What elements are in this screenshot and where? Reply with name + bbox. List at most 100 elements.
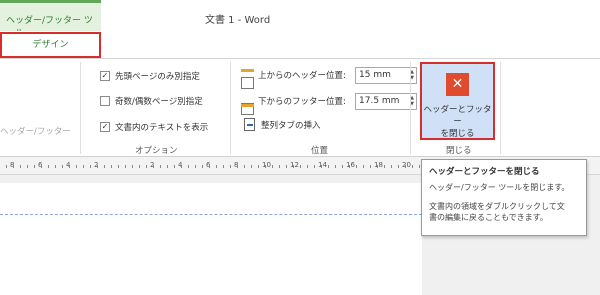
group-separator bbox=[80, 62, 81, 154]
ruler-tick bbox=[13, 165, 14, 168]
odd-even-label: 奇数/偶数ページ別指定 bbox=[115, 97, 203, 107]
ruler-tick bbox=[279, 165, 280, 168]
group-separator bbox=[410, 62, 411, 154]
ruler-tick bbox=[55, 165, 56, 168]
ruler-tick bbox=[6, 165, 7, 168]
close-header-footer-button[interactable]: ✕ ヘッダーとフッター を閉じる bbox=[420, 62, 495, 140]
option-show-document-text[interactable]: ✓ 文書内のテキストを表示 bbox=[100, 120, 208, 134]
ruler-number: 14 bbox=[318, 161, 327, 169]
ruler-tick bbox=[104, 165, 105, 168]
ruler-tick bbox=[377, 165, 378, 168]
ruler-tick bbox=[34, 165, 35, 168]
ruler-tick bbox=[202, 165, 203, 168]
ruler-tick bbox=[384, 165, 385, 168]
ruler-tick bbox=[230, 165, 231, 168]
tooltip-line: ヘッダー/フッター ツールを閉じます。 bbox=[429, 183, 570, 192]
ruler-tick bbox=[370, 165, 371, 168]
ruler-tick bbox=[265, 165, 266, 168]
ruler-tick bbox=[342, 165, 343, 168]
title-bar: ヘッダー/フッター ツール 文書 1 - Word bbox=[0, 0, 600, 39]
show-text-label: 文書内のテキストを表示 bbox=[115, 123, 209, 133]
footer-position-row: 下からのフッター位置: 17.5 mm ▲ ▼ bbox=[241, 92, 417, 115]
header-footer-group-label: ヘッダー/フッター bbox=[0, 127, 71, 137]
header-position-input[interactable]: 15 mm ▲ ▼ bbox=[355, 66, 417, 84]
ruler-tick bbox=[272, 165, 273, 168]
tooltip-title: ヘッダーとフッターを閉じる bbox=[429, 167, 540, 177]
footer-position-icon bbox=[241, 95, 254, 115]
document-title: 文書 1 - Word bbox=[205, 15, 271, 26]
ruler-tick bbox=[258, 165, 259, 168]
ruler-tick bbox=[160, 165, 161, 168]
options-group-label: オプション bbox=[135, 146, 178, 156]
group-separator bbox=[500, 62, 501, 154]
ruler-tick bbox=[69, 165, 70, 168]
ruler-tick bbox=[181, 165, 182, 168]
alignment-tab-icon bbox=[244, 118, 255, 131]
ruler-tick bbox=[48, 165, 49, 168]
ruler-number: 18 bbox=[374, 161, 383, 169]
context-tab-header: ヘッダー/フッター ツール bbox=[0, 0, 101, 39]
ruler-tick bbox=[237, 165, 238, 168]
ruler-tick bbox=[41, 165, 42, 168]
footer-position-label: 下からのフッター位置: bbox=[258, 97, 346, 107]
first-page-label: 先頭ページのみ別指定 bbox=[115, 72, 200, 82]
tooltip-line: 文書内の領域をダブルクリックして文 bbox=[429, 202, 565, 211]
close-group-label: 閉じる bbox=[446, 146, 472, 156]
ruler-tick bbox=[293, 165, 294, 168]
ruler-tick bbox=[251, 165, 252, 168]
ruler-tick bbox=[209, 165, 210, 168]
ruler-tick bbox=[412, 165, 413, 168]
ruler-tick bbox=[153, 165, 154, 168]
ruler-tick bbox=[216, 165, 217, 168]
ruler-tick bbox=[328, 165, 329, 168]
ruler-tick bbox=[335, 165, 336, 168]
ruler-tick bbox=[244, 165, 245, 168]
ruler-tick bbox=[398, 165, 399, 168]
document-page[interactable] bbox=[0, 183, 422, 295]
ruler-number: 12 bbox=[290, 161, 299, 169]
ruler-tick bbox=[419, 165, 420, 168]
ruler-tick bbox=[62, 165, 63, 168]
insert-alignment-tab-button[interactable]: 整列タブの挿入 bbox=[244, 118, 321, 131]
header-position-label: 上からのヘッダー位置: bbox=[258, 71, 346, 81]
ruler-tick bbox=[321, 165, 322, 168]
show-text-checkbox[interactable]: ✓ bbox=[100, 122, 110, 132]
position-group-label: 位置 bbox=[311, 146, 329, 156]
ruler-tick bbox=[356, 165, 357, 168]
first-page-checkbox[interactable]: ✓ bbox=[100, 71, 110, 81]
ruler-tick bbox=[139, 165, 140, 168]
ruler-tick bbox=[20, 165, 21, 168]
ruler-tick bbox=[188, 165, 189, 168]
ruler-tick bbox=[363, 165, 364, 168]
ruler-number: 10 bbox=[262, 161, 271, 169]
tooltip-line: 書の編集に戻ることもできます。 bbox=[429, 213, 548, 222]
ruler-tick bbox=[97, 165, 98, 168]
group-separator bbox=[230, 62, 231, 154]
ruler-tick bbox=[27, 165, 28, 168]
close-button-label: ヘッダーとフッター を閉じる bbox=[423, 105, 492, 139]
ruler-tick bbox=[307, 165, 308, 168]
ruler-tick bbox=[174, 165, 175, 168]
ruler-tick bbox=[405, 165, 406, 168]
header-position-icon bbox=[241, 69, 254, 89]
ruler-tick bbox=[167, 165, 168, 168]
option-different-odd-even[interactable]: 奇数/偶数ページ別指定 bbox=[100, 94, 203, 108]
option-different-first-page[interactable]: ✓ 先頭ページのみ別指定 bbox=[100, 69, 200, 83]
header-boundary-line bbox=[0, 214, 422, 215]
ruler-tick bbox=[118, 165, 119, 168]
footer-position-input[interactable]: 17.5 mm ▲ ▼ bbox=[355, 92, 417, 110]
ruler-tick bbox=[195, 165, 196, 168]
ruler-tick bbox=[76, 165, 77, 168]
ruler-tick bbox=[132, 165, 133, 168]
ruler-tick bbox=[349, 165, 350, 168]
ruler-tick bbox=[111, 165, 112, 168]
ruler-tick bbox=[146, 165, 147, 168]
ruler-tick bbox=[90, 165, 91, 168]
ruler-tick bbox=[300, 165, 301, 168]
ruler-tick bbox=[314, 165, 315, 168]
odd-even-checkbox[interactable] bbox=[100, 96, 110, 106]
insert-alignment-tab-label: 整列タブの挿入 bbox=[261, 120, 321, 131]
tab-design[interactable]: デザイン bbox=[0, 32, 101, 58]
close-icon: ✕ bbox=[446, 73, 469, 96]
ruler-tick bbox=[286, 165, 287, 168]
